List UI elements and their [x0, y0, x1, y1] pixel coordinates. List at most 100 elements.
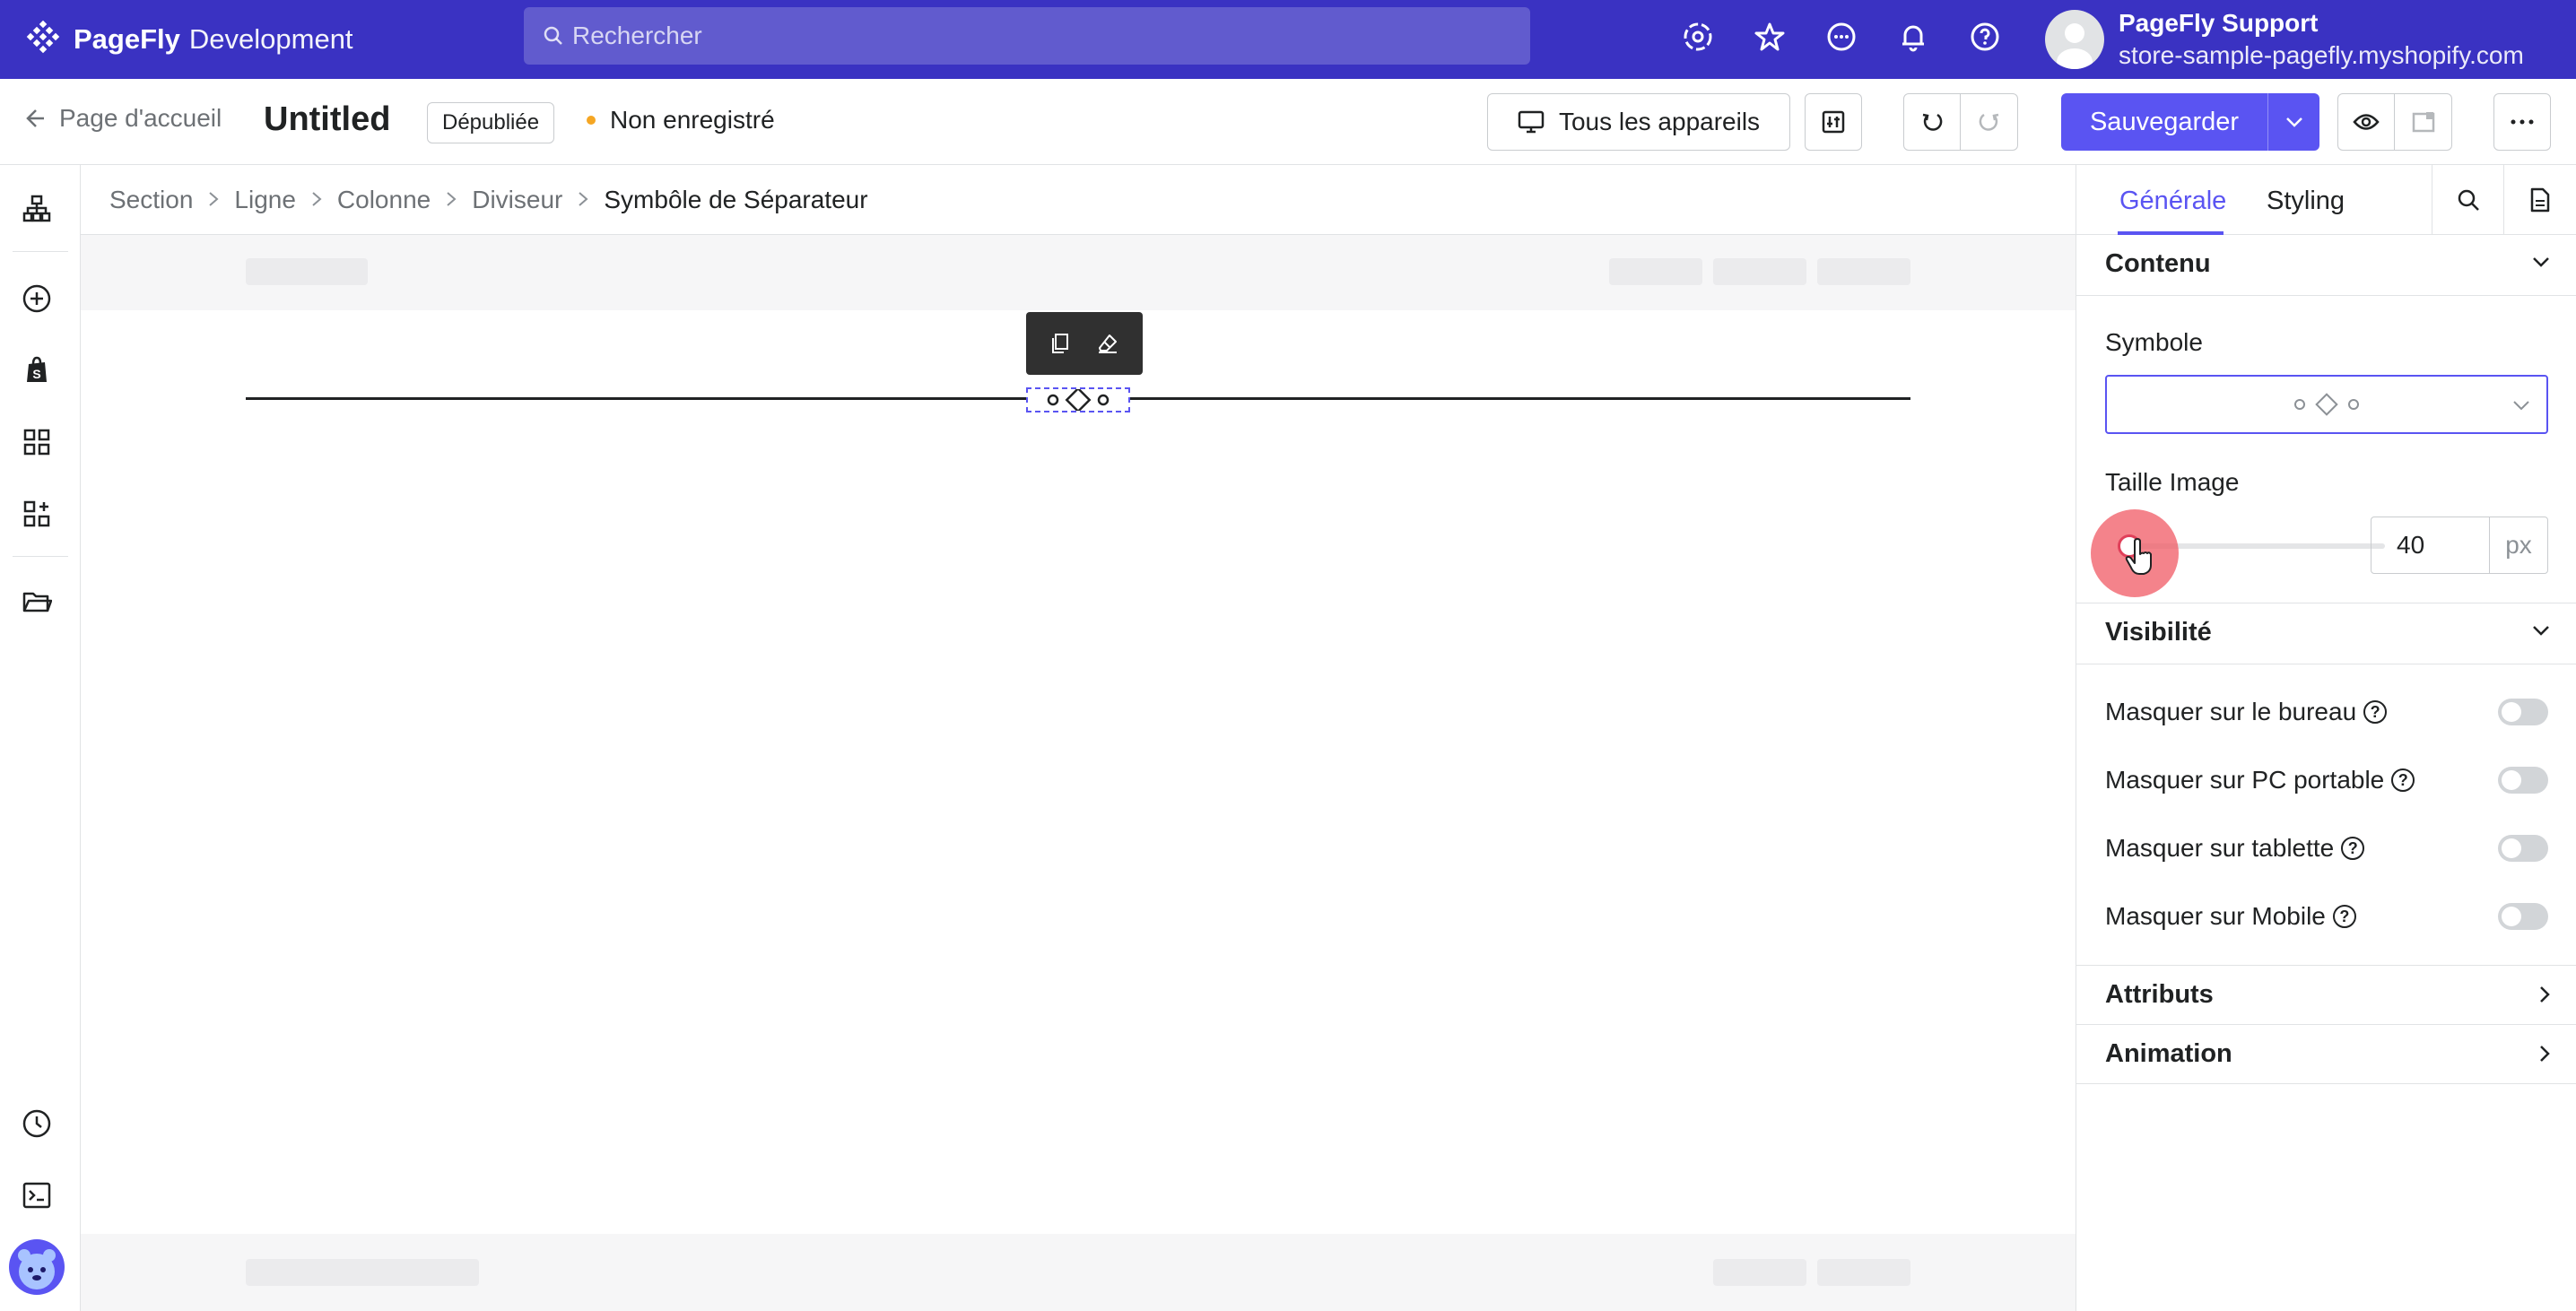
search-icon — [544, 26, 562, 45]
image-size-value[interactable]: 40 — [2371, 517, 2490, 573]
page-settings-button[interactable] — [2503, 165, 2575, 235]
unsaved-status: Non enregistré — [587, 106, 775, 135]
save-options-button[interactable] — [2267, 93, 2319, 151]
settings-sliders-button[interactable] — [1805, 93, 1862, 151]
search-panel-button[interactable] — [2432, 165, 2503, 235]
undo-icon — [1922, 113, 1943, 131]
duplicate-icon[interactable] — [1050, 333, 1070, 354]
animation-section-header[interactable]: Animation — [2076, 1025, 2576, 1084]
search-icon — [2458, 189, 2479, 211]
skeleton-block — [1713, 1259, 1806, 1286]
redo-icon — [1979, 113, 1998, 131]
header-skeleton — [81, 235, 2076, 310]
help-icon[interactable] — [1966, 18, 2004, 56]
brand[interactable]: PageFly Development — [23, 0, 353, 79]
terminal-icon[interactable] — [18, 1176, 56, 1214]
svg-text:S: S — [32, 367, 40, 381]
chevron-right-icon — [2540, 986, 2550, 1003]
help-icon[interactable]: ? — [2391, 768, 2415, 792]
editor-canvas[interactable] — [81, 235, 2076, 1311]
panel-tabs: Générale Styling — [2076, 165, 2576, 235]
preview-button[interactable] — [2337, 93, 2395, 151]
hide-desktop-label: Masquer sur le bureau — [2105, 698, 2357, 725]
undo-button[interactable] — [1903, 93, 1961, 151]
help-icon[interactable]: ? — [2341, 837, 2365, 860]
hide-mobile-row: Masquer sur Mobile ? — [2105, 899, 2548, 934]
page-title[interactable]: Untitled — [264, 100, 390, 139]
visibility-section-header[interactable]: Visibilité — [2076, 603, 2576, 664]
hide-mobile-label: Masquer sur Mobile — [2105, 902, 2326, 930]
breadcrumb-item-divider[interactable]: Diviseur — [472, 186, 562, 214]
skeleton-block — [1609, 258, 1702, 285]
rail-separator — [13, 251, 68, 252]
left-rail: S — [0, 165, 81, 1311]
hand-cursor-icon — [2125, 538, 2152, 575]
save-button[interactable]: Sauvegarder — [2061, 93, 2267, 151]
circle-diamond-circle-icon — [1047, 389, 1110, 411]
editor-header: Page d'accueil Untitled Dépubliée Non en… — [0, 79, 2576, 165]
skeleton-block — [246, 1259, 479, 1286]
skeleton-block — [1817, 258, 1910, 285]
footer-skeleton — [81, 1234, 2076, 1311]
chevron-down-icon — [2285, 117, 2302, 127]
unsaved-label: Non enregistré — [610, 106, 775, 134]
hide-tablet-row: Masquer sur tablette ? — [2105, 830, 2548, 866]
star-icon[interactable] — [1751, 18, 1788, 56]
folder-icon[interactable] — [18, 583, 56, 621]
hide-tablet-toggle[interactable] — [2498, 835, 2548, 862]
sliders-icon — [1822, 110, 1845, 134]
more-actions-button[interactable] — [2493, 93, 2551, 151]
help-icon[interactable]: ? — [2332, 905, 2356, 928]
separator-symbol-selected[interactable] — [1026, 387, 1130, 412]
eraser-icon[interactable] — [1097, 333, 1118, 354]
layout-button[interactable] — [2395, 93, 2452, 151]
image-size-label: Taille Image — [2105, 468, 2240, 496]
more-horizontal-icon — [2511, 119, 2534, 125]
device-label: Tous les appareils — [1558, 108, 1761, 135]
symbol-select[interactable] — [2105, 375, 2548, 434]
brand-suffix: Development — [188, 23, 353, 55]
content-section-header[interactable]: Contenu — [2076, 235, 2576, 296]
user-store: store-sample-pagefly.myshopify.com — [2119, 41, 2524, 69]
circle-diamond-circle-icon — [2294, 393, 2359, 416]
apps-icon[interactable] — [18, 495, 56, 533]
breadcrumb-item-section[interactable]: Section — [109, 186, 193, 214]
help-icon[interactable]: ? — [2363, 700, 2388, 724]
document-icon — [2530, 187, 2549, 213]
chat-icon[interactable] — [1823, 18, 1860, 56]
bell-icon[interactable] — [1894, 18, 1932, 56]
chevron-right-icon — [577, 186, 589, 214]
back-link[interactable]: Page d'accueil — [23, 104, 222, 133]
user-menu[interactable]: PageFly Support store-sample-pagefly.mys… — [2045, 5, 2524, 74]
symbol-label: Symbole — [2105, 328, 2203, 356]
chevron-right-icon — [445, 186, 457, 214]
hide-mobile-toggle[interactable] — [2498, 903, 2548, 930]
history-icon[interactable] — [18, 1105, 56, 1142]
breadcrumb-item-current: Symbôle de Séparateur — [604, 185, 868, 213]
breadcrumb-item-row[interactable]: Ligne — [234, 186, 296, 214]
hide-laptop-toggle[interactable] — [2498, 767, 2548, 794]
sections-grid-icon[interactable] — [18, 423, 56, 461]
device-selector-button[interactable]: Tous les appareils — [1487, 93, 1790, 151]
chevron-right-icon — [2540, 1046, 2550, 1062]
tab-styling[interactable]: Styling — [2267, 187, 2345, 216]
sitemap-icon[interactable] — [18, 190, 56, 228]
search-input[interactable]: Rechercher — [524, 7, 1530, 65]
tab-general[interactable]: Générale — [2119, 187, 2226, 216]
chevron-down-icon — [2513, 401, 2529, 411]
hide-desktop-toggle[interactable] — [2498, 699, 2548, 725]
shopify-icon[interactable]: S — [18, 352, 56, 389]
attributes-section-header[interactable]: Attributs — [2076, 966, 2576, 1025]
mascot-avatar[interactable] — [9, 1239, 65, 1295]
breadcrumb-item-column[interactable]: Colonne — [337, 186, 431, 214]
pagefly-logo-icon — [26, 20, 60, 54]
chevron-down-icon — [2533, 257, 2549, 267]
layout-icon — [2412, 112, 2434, 133]
eye-icon — [2353, 114, 2380, 130]
redo-button[interactable] — [1961, 93, 2018, 151]
settings-icon[interactable] — [1679, 18, 1717, 56]
add-element-icon[interactable] — [18, 280, 56, 317]
skeleton-block — [246, 258, 368, 285]
image-size-input[interactable]: 40 px — [2371, 517, 2548, 574]
monitor-icon — [1518, 110, 1545, 134]
